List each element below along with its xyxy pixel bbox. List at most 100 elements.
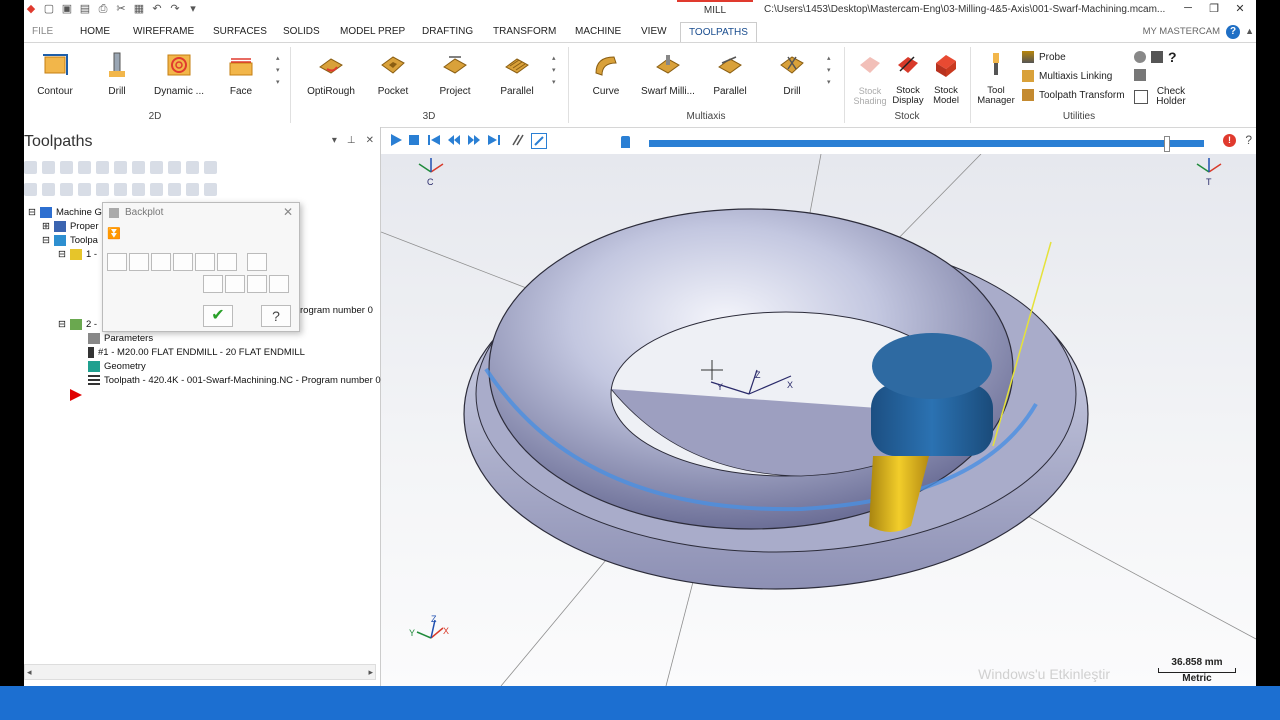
- panel-close-icon[interactable]: ✕: [366, 135, 374, 146]
- expand-icon[interactable]: [186, 183, 199, 196]
- pin-icon[interactable]: ⊥: [347, 135, 356, 146]
- regen-dirty-icon[interactable]: [96, 161, 109, 174]
- parallel-multiaxis-button[interactable]: Parallel: [700, 51, 760, 97]
- playback-help-icon[interactable]: ?: [1245, 133, 1252, 147]
- lock-ops-icon[interactable]: [60, 183, 73, 196]
- step-back-icon[interactable]: [447, 133, 461, 147]
- regen-icon[interactable]: [78, 161, 91, 174]
- display-toolpath-button[interactable]: [107, 253, 127, 271]
- display-entity-button[interactable]: [195, 253, 215, 271]
- tab-surfaces[interactable]: SURFACES: [213, 22, 267, 42]
- stock-model-button[interactable]: Stock Model: [926, 51, 966, 106]
- parallel-display-button[interactable]: [225, 275, 245, 293]
- collapse-chevron-icon[interactable]: ⏬: [107, 227, 121, 240]
- lock-icon[interactable]: [204, 161, 217, 174]
- gallery-scroll-3d-icon[interactable]: ▴ ▾ ▾: [552, 53, 556, 89]
- insert-arrow-icon[interactable]: [114, 183, 127, 196]
- probe-button[interactable]: Probe: [1022, 51, 1066, 63]
- minimize-icon[interactable]: ─: [1180, 2, 1196, 15]
- cut-icon[interactable]: ✂: [114, 2, 128, 16]
- multiaxis-linking-button[interactable]: Multiaxis Linking: [1022, 70, 1112, 82]
- tree-operation-1[interactable]: ⊟ 1 -: [58, 249, 97, 260]
- move-down-icon[interactable]: [78, 183, 91, 196]
- tree-toolpath-group[interactable]: ⊟ Toolpa: [42, 235, 98, 246]
- skip-start-icon[interactable]: [427, 133, 441, 147]
- filter-icon[interactable]: [204, 183, 217, 196]
- toggle-display-icon[interactable]: [24, 183, 37, 196]
- tab-toolpaths[interactable]: TOOLPATHS: [680, 22, 757, 43]
- tool-display-icon[interactable]: [168, 183, 181, 196]
- tree-toolpath[interactable]: Toolpath - 420.4K - 001-Swarf-Machining.…: [88, 375, 381, 386]
- scroll-right-icon[interactable]: ▸: [368, 665, 373, 679]
- app-logo-icon[interactable]: ◆: [24, 2, 38, 16]
- parallel-3d-button[interactable]: Parallel: [487, 51, 547, 97]
- edit-icon[interactable]: [1134, 69, 1146, 81]
- help-icon[interactable]: ?: [1226, 25, 1240, 39]
- project-button[interactable]: Project: [425, 51, 485, 97]
- stock-shading-button[interactable]: Stock Shading: [849, 51, 891, 106]
- select-edited-icon[interactable]: [42, 161, 55, 174]
- play-icon[interactable]: [389, 133, 403, 147]
- deselect-icon[interactable]: [60, 161, 73, 174]
- ok-button[interactable]: ✔: [203, 305, 233, 327]
- face-button[interactable]: Face: [211, 51, 271, 97]
- display-tool-button[interactable]: [129, 253, 149, 271]
- select-all-icon[interactable]: [24, 161, 37, 174]
- graphics-viewport[interactable]: Y X Z Y X Z C T Windows'u Etkinleştir 36…: [381, 154, 1256, 686]
- wrench-icon[interactable]: [1151, 51, 1163, 63]
- redo-icon[interactable]: ↷: [168, 2, 182, 16]
- mill-context-tab[interactable]: MILL: [677, 0, 753, 20]
- tool-manager-button[interactable]: Tool Manager: [974, 51, 1018, 106]
- horizontal-scrollbar[interactable]: ◂ ▸: [24, 664, 376, 680]
- skip-end-icon[interactable]: [487, 133, 501, 147]
- tab-drafting[interactable]: DRAFTING: [422, 22, 473, 42]
- tree-parameters[interactable]: Parameters: [88, 333, 153, 344]
- tab-file[interactable]: FILE: [32, 22, 53, 42]
- drill-multiaxis-button[interactable]: Drill: [762, 51, 822, 97]
- gallery-scroll-2d-icon[interactable]: ▴ ▾ ▾: [276, 53, 280, 89]
- backplot-icon[interactable]: [114, 161, 127, 174]
- close-icon[interactable]: ✕: [1232, 2, 1248, 15]
- dynamic-button[interactable]: Dynamic ...: [149, 51, 209, 97]
- backplot-close-icon[interactable]: ✕: [283, 205, 293, 219]
- single-display-icon[interactable]: [150, 183, 163, 196]
- scroll-left-icon[interactable]: ◂: [27, 665, 32, 679]
- ribbon-collapse-icon[interactable]: ▲: [1245, 26, 1254, 36]
- display-holder-button[interactable]: [151, 253, 171, 271]
- pocket-button[interactable]: Pocket: [363, 51, 423, 97]
- tree-tool[interactable]: #1 - M20.00 FLAT ENDMILL - 20 FLAT ENDMI…: [88, 347, 305, 358]
- simulate-icon[interactable]: [150, 161, 163, 174]
- swarf-milling-button[interactable]: Swarf Milli...: [638, 51, 698, 97]
- question-icon[interactable]: ?: [1168, 49, 1177, 65]
- optirough-button[interactable]: OptiRough: [301, 51, 361, 97]
- tree-geometry[interactable]: Geometry: [88, 361, 146, 372]
- display-endpoints-button[interactable]: [217, 253, 237, 271]
- screenshot-button[interactable]: [247, 275, 267, 293]
- alert-icon[interactable]: !: [1223, 134, 1236, 147]
- help-button[interactable]: ?: [261, 305, 291, 327]
- toolpath-info-button[interactable]: [203, 275, 223, 293]
- customize-qat-icon[interactable]: ▾: [186, 2, 200, 16]
- tab-wireframe[interactable]: WIREFRAME: [133, 22, 194, 42]
- tab-transform[interactable]: TRANSFORM: [493, 22, 556, 42]
- tab-home[interactable]: HOME: [80, 22, 110, 42]
- display-rapid-button[interactable]: [173, 253, 193, 271]
- toolpath-transform-button[interactable]: Toolpath Transform: [1022, 89, 1125, 101]
- tab-machine[interactable]: MACHINE: [575, 22, 621, 42]
- verify-icon[interactable]: [132, 161, 145, 174]
- check-holder-button[interactable]: Check Holder: [1134, 87, 1189, 107]
- position-slider-handle[interactable]: [1164, 136, 1170, 152]
- tab-model-prep[interactable]: MODEL PREP: [340, 22, 405, 42]
- highfeed-icon[interactable]: [186, 161, 199, 174]
- trail-mode-icon[interactable]: [511, 133, 525, 147]
- step-forward-icon[interactable]: [467, 133, 481, 147]
- display-mode-icon[interactable]: [531, 133, 547, 149]
- new-file-icon[interactable]: ▢: [42, 2, 56, 16]
- drill-2d-button[interactable]: Drill: [87, 51, 147, 97]
- panel-menu-icon[interactable]: ▾: [332, 135, 337, 146]
- quick-verify-button[interactable]: [247, 253, 267, 271]
- tree-properties[interactable]: ⊞ Proper: [42, 221, 98, 232]
- save-icon[interactable]: ▣: [60, 2, 74, 16]
- gallery-scroll-multiaxis-icon[interactable]: ▴ ▾ ▾: [827, 53, 831, 89]
- stock-display-button[interactable]: Stock Display: [888, 51, 928, 106]
